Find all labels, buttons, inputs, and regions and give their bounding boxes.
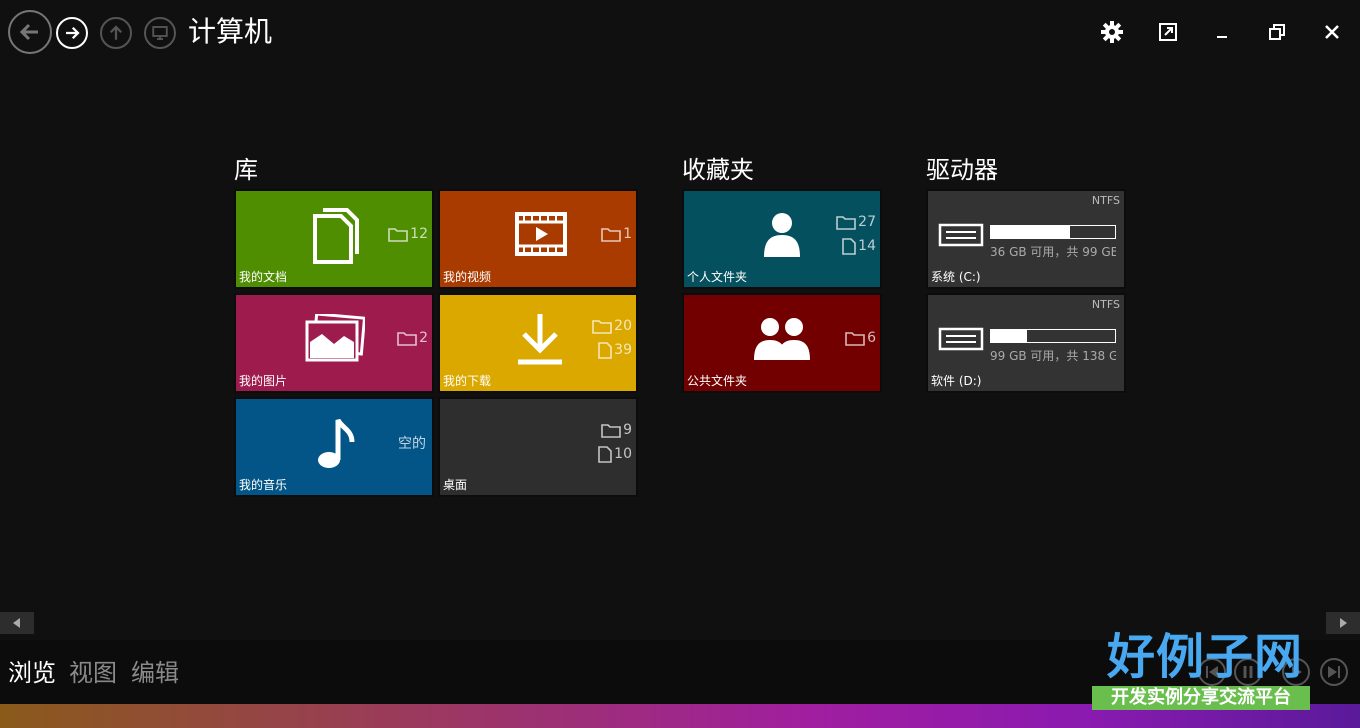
filesystem-label: NTFS: [1091, 194, 1120, 207]
popout-icon: [1159, 23, 1177, 41]
minimize-button[interactable]: [1208, 18, 1236, 46]
drives-section-title: 驱动器: [926, 156, 998, 184]
pause-icon: [1243, 666, 1253, 678]
computer-button[interactable]: [144, 17, 176, 49]
tile-music[interactable]: 空的 我的音乐: [234, 397, 434, 497]
tile-desktop[interactable]: 9 10 桌面: [438, 397, 638, 497]
folder-icon: [836, 216, 856, 230]
tab-browse[interactable]: 浏览: [8, 658, 56, 688]
tile-label: 我的下载: [443, 374, 492, 388]
tile-label: 桌面: [443, 478, 468, 492]
horizontal-scrollbar[interactable]: [0, 612, 1360, 634]
up-arrow-icon: [109, 25, 123, 40]
hard-drive-icon: [938, 223, 984, 247]
tab-edit[interactable]: 编辑: [131, 658, 179, 688]
skip-forward-icon: [1328, 666, 1340, 678]
file-count: 39: [598, 341, 632, 359]
tile-public-folder[interactable]: 6 公共文件夹: [682, 293, 882, 393]
folder-icon: [601, 228, 621, 242]
drive-usage-fill: [991, 330, 1027, 342]
film-icon: [514, 211, 568, 257]
skip-back-icon: [1206, 666, 1218, 678]
scroll-left-button[interactable]: [0, 612, 34, 634]
computer-icon: [152, 26, 168, 40]
file-icon: [598, 341, 612, 359]
folder-icon: [388, 228, 408, 242]
settings-button[interactable]: [1098, 18, 1126, 46]
scroll-right-button[interactable]: [1326, 612, 1360, 634]
back-arrow-icon: [19, 23, 38, 41]
pictures-icon: [304, 313, 366, 363]
tile-label: 我的音乐: [239, 478, 288, 492]
empty-status: 空的: [398, 436, 426, 452]
file-icon: [598, 445, 612, 463]
music-note-icon: [314, 415, 356, 471]
folder-count: 9: [601, 421, 632, 439]
file-count: 14: [842, 237, 876, 255]
forward-button[interactable]: [56, 17, 88, 49]
close-icon: [1325, 25, 1339, 39]
minimize-icon: [1217, 36, 1227, 38]
play-icon: [1292, 666, 1302, 678]
drive-free-space: 36 GB 可用，共 99 GB: [990, 245, 1116, 259]
tile-personal-folder[interactable]: 27 14 个人文件夹: [682, 189, 882, 289]
window-title: 计算机: [188, 15, 273, 48]
file-icon: [842, 237, 856, 255]
drive-usage-bar: [990, 329, 1116, 343]
folder-count: 27: [836, 213, 876, 231]
folder-icon: [845, 332, 865, 346]
accent-gradient-strip: [0, 704, 1360, 728]
tile-label: 我的视频: [443, 270, 492, 284]
tile-label: 我的图片: [239, 374, 288, 388]
pause-button[interactable]: [1234, 658, 1262, 686]
forward-arrow-icon: [66, 26, 80, 40]
tile-label: 公共文件夹: [687, 374, 748, 388]
download-icon: [514, 311, 566, 367]
next-track-button[interactable]: [1320, 658, 1348, 686]
people-icon: [752, 315, 812, 363]
back-button[interactable]: [8, 10, 52, 54]
drive-usage-fill: [991, 226, 1071, 238]
folder-count: 6: [845, 329, 876, 347]
folder-icon: [397, 332, 417, 346]
folder-count: 2: [397, 329, 428, 347]
folder-icon: [601, 424, 621, 438]
folder-count: 1: [601, 225, 632, 243]
tile-label: 系统 (C:): [931, 270, 981, 284]
gear-icon: [1101, 21, 1123, 43]
tile-drive-d[interactable]: NTFS 99 GB 可用，共 138 GB 软件 (D:): [926, 293, 1126, 393]
caret-left-icon: [13, 618, 20, 628]
play-button[interactable]: [1282, 658, 1310, 686]
caret-right-icon: [1340, 618, 1347, 628]
hard-drive-icon: [938, 327, 984, 351]
tile-drive-c[interactable]: NTFS 36 GB 可用，共 99 GB 系统 (C:): [926, 189, 1126, 289]
restore-icon: [1269, 24, 1285, 40]
drive-usage-bar: [990, 225, 1116, 239]
up-button[interactable]: [100, 17, 132, 49]
restore-button[interactable]: [1263, 18, 1291, 46]
folder-count: 12: [388, 225, 428, 243]
tile-downloads[interactable]: 20 39 我的下载: [438, 293, 638, 393]
file-count: 10: [598, 445, 632, 463]
title-bar: 计算机: [0, 0, 1360, 66]
folder-count: 20: [592, 317, 632, 335]
popout-button[interactable]: [1154, 18, 1182, 46]
favorites-section-title: 收藏夹: [682, 156, 754, 184]
tile-label: 个人文件夹: [687, 270, 748, 284]
person-icon: [760, 209, 804, 261]
filesystem-label: NTFS: [1091, 298, 1120, 311]
tile-documents[interactable]: 12 我的文档: [234, 189, 434, 289]
tile-videos[interactable]: 1 我的视频: [438, 189, 638, 289]
drive-free-space: 99 GB 可用，共 138 GB: [990, 349, 1116, 363]
tile-label: 我的文档: [239, 270, 288, 284]
tab-view[interactable]: 视图: [69, 658, 117, 688]
tile-label: 软件 (D:): [931, 374, 982, 388]
tile-pictures[interactable]: 2 我的图片: [234, 293, 434, 393]
folder-icon: [592, 320, 612, 334]
bottom-app-bar: 浏览 视图 编辑: [0, 640, 1360, 704]
documents-icon: [308, 207, 364, 265]
previous-track-button[interactable]: [1198, 658, 1226, 686]
libraries-section-title: 库: [234, 156, 258, 184]
close-button[interactable]: [1318, 18, 1346, 46]
